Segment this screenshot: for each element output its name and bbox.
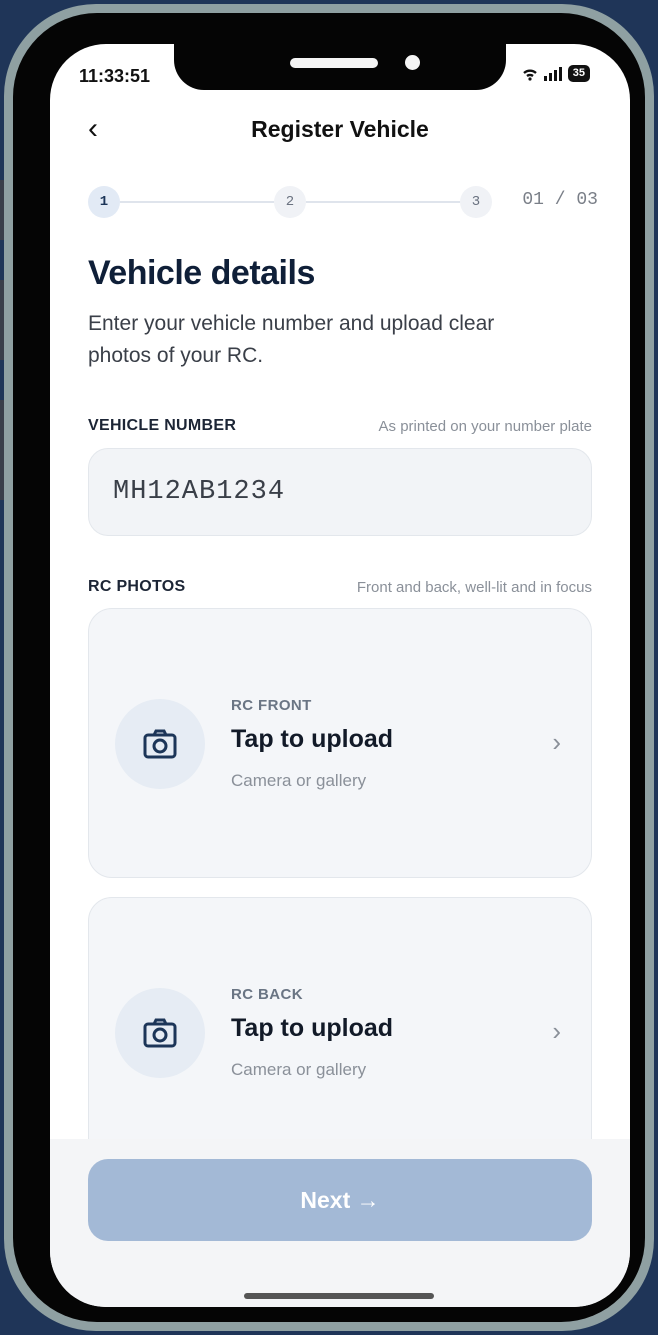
status-icons: 35 <box>522 65 590 82</box>
step-3: 3 <box>460 186 492 218</box>
step-connector <box>120 201 274 203</box>
step-counter: 01 / 03 <box>522 190 598 210</box>
status-time: 11:33:51 <box>79 66 151 86</box>
progress-stepper: 1 2 3 01 / 03 <box>88 186 598 218</box>
card-kicker: RC BACK <box>231 986 303 1003</box>
section-subtitle: Enter your vehicle number and upload cle… <box>88 312 495 367</box>
chevron-right-icon: › <box>552 727 561 757</box>
card-subtitle: Camera or gallery <box>231 1060 367 1079</box>
camera-icon <box>143 1018 177 1048</box>
card-subtitle: Camera or gallery <box>231 771 367 790</box>
wifi-icon <box>522 69 537 81</box>
rc-front-upload-card[interactable]: RC FRONT Tap to upload Camera or gallery… <box>88 608 592 878</box>
camera-icon-circle <box>115 988 205 1078</box>
vehicle-number-label: VEHICLE NUMBER <box>88 417 237 434</box>
vehicle-number-input[interactable]: MH12AB1234 <box>88 448 592 536</box>
next-button[interactable]: Next → <box>88 1159 592 1241</box>
chevron-right-icon: › <box>552 1016 561 1046</box>
section-title: Vehicle details <box>88 254 315 292</box>
vehicle-number-hint: As printed on your number plate <box>378 418 592 435</box>
phone-screen: 11:33:51 35 ‹ Register Vehicle 1 2 3 01 … <box>50 44 630 1307</box>
card-title: Tap to upload <box>231 725 394 753</box>
battery-icon: 35 <box>567 65 590 82</box>
rc-photos-hint: Front and back, well-lit and in focus <box>356 579 592 596</box>
phone-frame: 11:33:51 35 ‹ Register Vehicle 1 2 3 01 … <box>4 4 654 1331</box>
app-header: ‹ Register Vehicle <box>50 106 630 156</box>
camera-icon-circle <box>115 699 205 789</box>
home-indicator <box>244 1293 434 1299</box>
page-title: Register Vehicle <box>251 116 429 142</box>
rc-photos-label: RC PHOTOS <box>88 578 186 595</box>
step-2: 2 <box>274 186 306 218</box>
step-connector <box>306 201 460 203</box>
card-kicker: RC FRONT <box>231 697 312 714</box>
camera-icon <box>143 729 177 759</box>
notch <box>174 44 506 90</box>
speaker <box>290 58 378 68</box>
rc-back-upload-card[interactable]: RC BACK Tap to upload Camera or gallery … <box>88 897 592 1167</box>
front-camera <box>405 55 420 70</box>
card-title: Tap to upload <box>231 1014 394 1042</box>
signal-icon <box>543 66 562 81</box>
phone-bezel: 11:33:51 35 ‹ Register Vehicle 1 2 3 01 … <box>13 13 645 1322</box>
step-1: 1 <box>88 186 120 218</box>
